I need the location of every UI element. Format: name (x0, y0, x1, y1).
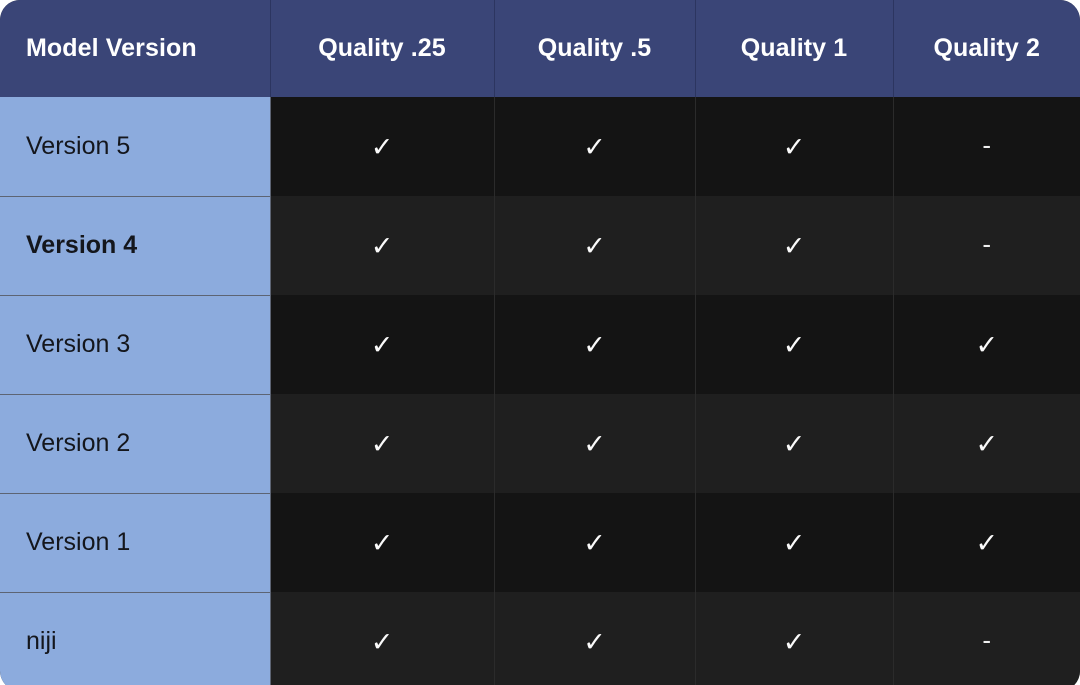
cell-quality_025: ✓ (270, 394, 495, 493)
model-quality-table-container: Model Version Quality .25 Quality .5 Qua… (0, 0, 1080, 685)
cell-quality_2: ✓ (893, 394, 1080, 493)
table-header: Model Version Quality .25 Quality .5 Qua… (0, 0, 1080, 97)
dash-icon: - (982, 228, 992, 259)
cell-quality_2: - (893, 196, 1080, 295)
row-label-cell: Version 5 (0, 97, 271, 197)
table-row: niji ✓ ✓ ✓ - (0, 592, 1080, 685)
check-icon: ✓ (782, 627, 806, 658)
dash-icon: - (982, 624, 992, 655)
cell-quality_05: ✓ (494, 394, 696, 493)
table-row: Version 1 ✓ ✓ ✓ ✓ (0, 493, 1080, 593)
column-header-quality-1[interactable]: Quality 1 (695, 0, 894, 97)
column-header-quality-2[interactable]: Quality 2 (893, 0, 1080, 97)
dash-icon: - (982, 129, 992, 160)
check-icon: ✓ (370, 231, 394, 262)
check-icon: ✓ (782, 132, 806, 163)
cell-quality_2: ✓ (893, 295, 1080, 394)
cell-quality_05: ✓ (494, 196, 696, 295)
table-body: Version 5 ✓ ✓ ✓ - Version 4 ✓ ✓ ✓ - Version 3 ✓ ✓ ✓ ✓ V… (0, 97, 1080, 685)
check-icon: ✓ (583, 429, 606, 460)
cell-quality_05: ✓ (494, 295, 696, 394)
cell-quality_025: ✓ (270, 196, 495, 295)
check-icon: ✓ (583, 231, 606, 262)
cell-quality_1: ✓ (695, 196, 894, 295)
cell-quality_05: ✓ (494, 493, 696, 592)
check-icon: ✓ (782, 231, 806, 262)
cell-quality_2: - (893, 97, 1080, 196)
check-icon: ✓ (975, 330, 999, 361)
cell-quality_1: ✓ (695, 295, 894, 394)
table-row: Version 5 ✓ ✓ ✓ - (0, 97, 1080, 197)
check-icon: ✓ (782, 330, 806, 361)
check-icon: ✓ (975, 429, 999, 460)
cell-quality_2: - (893, 592, 1080, 685)
cell-quality_1: ✓ (695, 493, 894, 592)
cell-quality_025: ✓ (270, 493, 495, 592)
table-row: Version 2 ✓ ✓ ✓ ✓ (0, 394, 1080, 494)
cell-quality_05: ✓ (494, 97, 696, 196)
check-icon: ✓ (583, 132, 606, 163)
check-icon: ✓ (370, 429, 394, 460)
check-icon: ✓ (370, 132, 394, 163)
cell-quality_025: ✓ (270, 592, 495, 685)
table-header-row: Model Version Quality .25 Quality .5 Qua… (0, 0, 1080, 97)
check-icon: ✓ (975, 528, 999, 559)
cell-quality_025: ✓ (270, 295, 495, 394)
row-label-cell: niji (0, 592, 271, 685)
check-icon: ✓ (583, 627, 606, 658)
column-header-model-version[interactable]: Model Version (0, 0, 271, 97)
row-label-cell: Version 3 (0, 295, 271, 395)
cell-quality_1: ✓ (695, 592, 894, 685)
column-header-quality-05[interactable]: Quality .5 (494, 0, 696, 97)
column-header-quality-025[interactable]: Quality .25 (270, 0, 495, 97)
model-quality-table: Model Version Quality .25 Quality .5 Qua… (0, 0, 1080, 685)
cell-quality_025: ✓ (270, 97, 495, 196)
check-icon: ✓ (583, 330, 606, 361)
table-row: Version 4 ✓ ✓ ✓ - (0, 196, 1080, 296)
check-icon: ✓ (370, 627, 394, 658)
check-icon: ✓ (782, 528, 806, 559)
row-label-cell: Version 2 (0, 394, 271, 494)
check-icon: ✓ (782, 429, 806, 460)
cell-quality_2: ✓ (893, 493, 1080, 592)
row-label-cell: Version 1 (0, 493, 271, 593)
check-icon: ✓ (370, 528, 394, 559)
cell-quality_05: ✓ (494, 592, 696, 685)
check-icon: ✓ (583, 528, 606, 559)
row-label-cell: Version 4 (0, 196, 271, 296)
cell-quality_1: ✓ (695, 97, 894, 196)
cell-quality_1: ✓ (695, 394, 894, 493)
table-row: Version 3 ✓ ✓ ✓ ✓ (0, 295, 1080, 395)
check-icon: ✓ (370, 330, 394, 361)
